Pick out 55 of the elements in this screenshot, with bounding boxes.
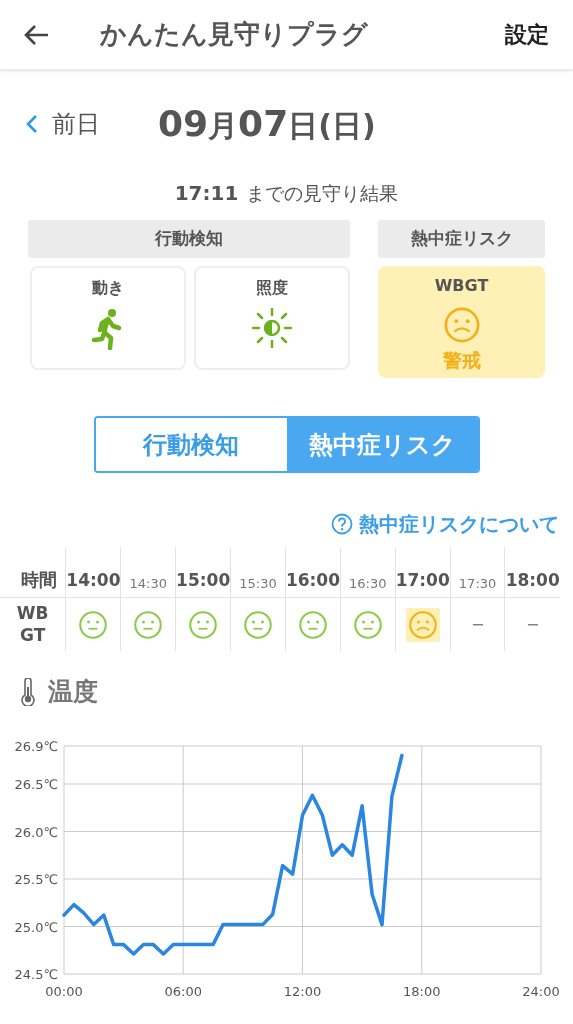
date-text: 07 xyxy=(238,102,289,146)
back-arrow-icon[interactable] xyxy=(24,23,50,46)
neutral-face-icon xyxy=(133,609,164,640)
segment-tab[interactable]: 熱中症リスク xyxy=(286,418,478,471)
chevron-left-icon xyxy=(26,114,38,134)
no-data-text: − xyxy=(470,613,485,636)
time-label: 16:00 xyxy=(285,568,340,592)
card-label: WBGT xyxy=(434,275,489,297)
time-label: 14:00 xyxy=(66,568,121,592)
neutral-face-icon xyxy=(243,609,274,640)
time-label: 15:00 xyxy=(176,568,231,592)
neutral-face-icon xyxy=(78,609,109,640)
neutral-face-icon xyxy=(352,609,383,640)
y-tick-label: 25.5℃ xyxy=(14,871,58,887)
time-label: 16:30 xyxy=(349,574,387,593)
x-tick-label: 18:00 xyxy=(403,983,441,999)
help-link[interactable]: 熱中症リスクについて xyxy=(331,509,559,539)
x-tick-label: 24:00 xyxy=(522,983,560,999)
previous-day-button[interactable]: 前日 xyxy=(26,106,100,142)
card-label: 照度 xyxy=(256,277,288,299)
help-icon xyxy=(331,513,353,535)
x-tick-label: 12:00 xyxy=(283,983,322,999)
x-tick-label: 00:00 xyxy=(45,983,83,999)
date-text: 日 xyxy=(288,107,319,145)
date-text: 月 xyxy=(208,107,239,145)
y-tick-label: 26.0℃ xyxy=(14,824,58,839)
row-header: 時間 xyxy=(20,568,59,592)
row-header: WB GT xyxy=(0,597,66,651)
summary-text: までの見守り結果 xyxy=(246,181,399,206)
brightness-icon xyxy=(252,308,292,348)
risk-status: 警戒 xyxy=(442,348,481,373)
date-text: (日) xyxy=(318,107,376,145)
y-tick-label: 26.5℃ xyxy=(14,776,58,792)
card-label: 動き xyxy=(92,277,124,299)
section-title: 温度 xyxy=(48,676,98,708)
summary-time: 17:11 xyxy=(174,180,239,207)
neutral-face-icon xyxy=(188,609,219,640)
time-label: 18:00 xyxy=(505,568,560,592)
app-title: かんたん見守りプラグ xyxy=(100,18,368,51)
time-label: 14:30 xyxy=(129,574,167,593)
date-text: 09 xyxy=(158,102,209,146)
time-label: 17:30 xyxy=(458,574,497,593)
y-tick-label: 26.9℃ xyxy=(14,738,58,754)
time-label: 15:30 xyxy=(239,574,277,593)
time-label: 17:00 xyxy=(395,568,450,592)
section-header: 熱中症リスク xyxy=(378,220,545,258)
sad-face-icon xyxy=(442,306,481,344)
thermometer-icon xyxy=(20,677,36,706)
settings-link[interactable]: 設定 xyxy=(505,18,549,51)
x-tick-label: 06:00 xyxy=(164,983,202,999)
y-tick-label: 25.0℃ xyxy=(14,919,58,934)
y-tick-label: 24.5℃ xyxy=(14,966,58,982)
section-header: 行動検知 xyxy=(28,220,350,258)
neutral-face-icon xyxy=(297,609,328,640)
no-data-text: − xyxy=(526,613,540,636)
